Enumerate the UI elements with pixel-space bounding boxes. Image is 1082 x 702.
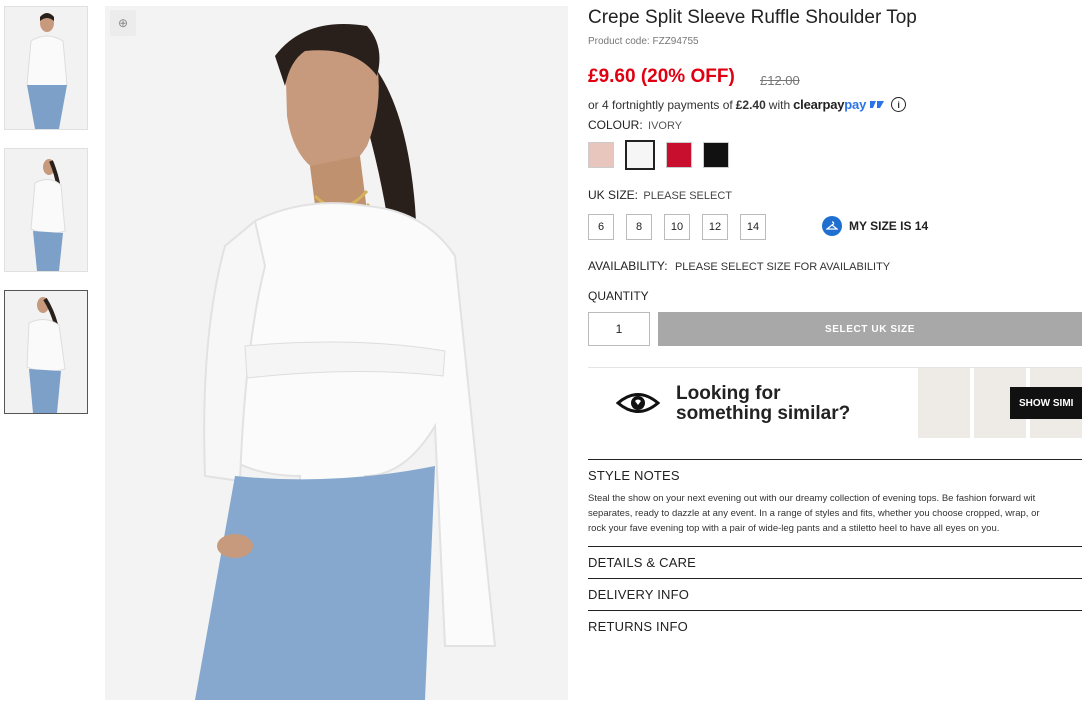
clearpay-with: with bbox=[768, 97, 791, 112]
product-code: Product code: FZZ94755 bbox=[588, 36, 699, 47]
availability-value: PLEASE SELECT SIZE FOR AVAILABILITY bbox=[674, 261, 891, 273]
clearpay-message: or 4 fortnightly payments of £2.40 with … bbox=[588, 97, 907, 112]
clearpay-brand: clearpay bbox=[793, 97, 845, 112]
style-notes-line: separates, ready to dazzle at any event.… bbox=[588, 508, 1040, 519]
colour-selected: IVORY bbox=[648, 120, 683, 132]
clearpay-arrows-icon bbox=[870, 101, 885, 108]
colour-label-key: COLOUR: bbox=[588, 118, 643, 132]
delivery-info-title[interactable]: DELIVERY INFO bbox=[588, 579, 1082, 602]
size-label: UK SIZE: PLEASE SELECT bbox=[588, 188, 732, 202]
info-icon[interactable]: i bbox=[891, 97, 907, 112]
returns-info-section[interactable]: RETURNS INFO bbox=[588, 610, 1082, 634]
my-size-button[interactable]: MY SIZE IS 14 bbox=[822, 216, 928, 236]
select-size-button[interactable]: SELECT UK SIZE bbox=[658, 312, 1082, 346]
similar-text: Looking for something similar? bbox=[676, 384, 850, 424]
sale-price: £9.60 (20% OFF) bbox=[588, 66, 735, 87]
swatch-ivory[interactable] bbox=[625, 140, 655, 170]
style-notes-section: STYLE NOTES Steal the show on your next … bbox=[588, 459, 1082, 536]
colour-swatches bbox=[588, 140, 729, 170]
availability: AVAILABILITY: PLEASE SELECT SIZE FOR AVA… bbox=[588, 259, 890, 273]
clearpay-prefix: or 4 fortnightly payments of bbox=[588, 97, 733, 112]
size-option[interactable]: 14 bbox=[740, 214, 766, 240]
product-thumbnail-active[interactable] bbox=[4, 290, 88, 414]
clearpay-logo: clearpaypay bbox=[793, 97, 867, 112]
size-option[interactable]: 8 bbox=[626, 214, 652, 240]
colour-label: COLOUR: IVORY bbox=[588, 118, 682, 132]
swatch-black[interactable] bbox=[703, 142, 729, 168]
similar-banner[interactable]: Looking for something similar? SHOW SIMI bbox=[588, 367, 1082, 438]
product-thumbnail[interactable] bbox=[4, 6, 88, 130]
main-product-image[interactable] bbox=[105, 6, 568, 700]
eye-icon bbox=[616, 393, 660, 413]
swatch-blush[interactable] bbox=[588, 142, 614, 168]
similar-line2: something similar? bbox=[676, 403, 851, 424]
zoom-icon[interactable]: ⊕ bbox=[110, 10, 136, 36]
original-price: £12.00 bbox=[760, 73, 800, 88]
thumbnail-list bbox=[4, 6, 88, 432]
size-label-key: UK SIZE: bbox=[588, 188, 639, 202]
availability-label: AVAILABILITY: bbox=[588, 259, 668, 273]
size-value: PLEASE SELECT bbox=[643, 190, 733, 202]
size-options: 6 8 10 12 14 bbox=[588, 214, 766, 240]
size-option[interactable]: 12 bbox=[702, 214, 728, 240]
product-thumbnail[interactable] bbox=[4, 148, 88, 272]
delivery-info-section[interactable]: DELIVERY INFO bbox=[588, 578, 1082, 602]
details-care-section[interactable]: DETAILS & CARE bbox=[588, 546, 1082, 570]
product-title: Crepe Split Sleeve Ruffle Shoulder Top bbox=[588, 7, 917, 28]
swatch-red[interactable] bbox=[666, 142, 692, 168]
size-option[interactable]: 10 bbox=[664, 214, 690, 240]
my-size-label: MY SIZE IS 14 bbox=[849, 219, 929, 233]
size-option[interactable]: 6 bbox=[588, 214, 614, 240]
hanger-icon bbox=[822, 216, 842, 236]
details-care-title[interactable]: DETAILS & CARE bbox=[588, 547, 1082, 570]
style-notes-line: Steal the show on your next evening out … bbox=[588, 493, 1036, 504]
show-similar-button[interactable]: SHOW SIMI bbox=[1010, 387, 1082, 419]
returns-info-title[interactable]: RETURNS INFO bbox=[588, 611, 1082, 634]
style-notes-text: Steal the show on your next evening out … bbox=[588, 491, 1082, 536]
clearpay-amount: £2.40 bbox=[735, 97, 766, 112]
similar-image bbox=[918, 368, 970, 438]
quantity-input[interactable]: 1 bbox=[588, 312, 650, 346]
style-notes-line: rock your fave evening top with a pair o… bbox=[588, 523, 1000, 534]
quantity-label: QUANTITY bbox=[588, 289, 649, 303]
similar-line1: Looking for bbox=[676, 383, 781, 404]
style-notes-title[interactable]: STYLE NOTES bbox=[588, 460, 1082, 483]
